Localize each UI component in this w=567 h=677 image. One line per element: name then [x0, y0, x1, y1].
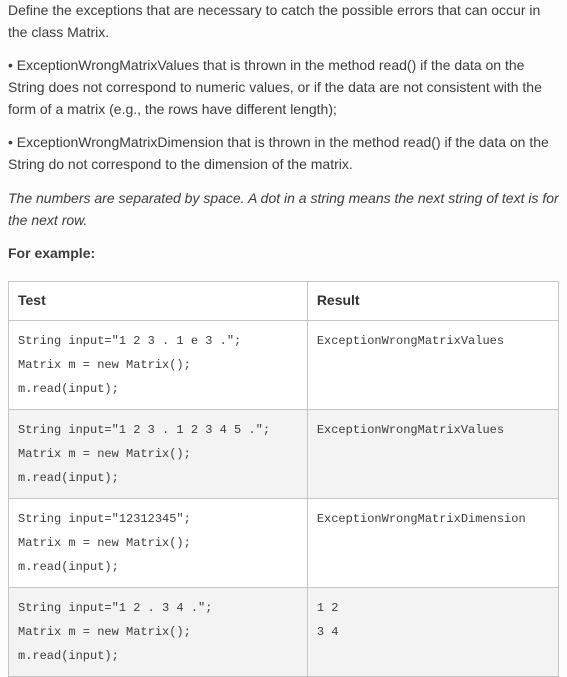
- example-table: Test Result String input="1 2 3 . 1 e 3 …: [8, 281, 559, 677]
- table-row: String input="1 2 . 3 4 ."; Matrix m = n…: [9, 587, 559, 676]
- table-row: String input="1 2 3 . 1 e 3 ."; Matrix m…: [9, 320, 559, 409]
- table-header-test: Test: [9, 281, 308, 320]
- result-cell: ExceptionWrongMatrixValues: [307, 409, 558, 498]
- table-row: String input="1 2 3 . 1 2 3 4 5 ."; Matr…: [9, 409, 559, 498]
- table-row: String input="12312345"; Matrix m = new …: [9, 498, 559, 587]
- bullet-1: • ExceptionWrongMatrixValues that is thr…: [8, 55, 559, 120]
- result-cell: ExceptionWrongMatrixValues: [307, 320, 558, 409]
- table-header-result: Result: [307, 281, 558, 320]
- format-note: The numbers are separated by space. A do…: [8, 188, 559, 231]
- result-cell: 1 2 3 4: [307, 587, 558, 676]
- example-label: For example:: [8, 243, 559, 265]
- intro-text: Define the exceptions that are necessary…: [8, 0, 559, 43]
- result-cell: ExceptionWrongMatrixDimension: [307, 498, 558, 587]
- example-label-strong: For example:: [8, 245, 95, 261]
- test-cell: String input="1 2 3 . 1 e 3 ."; Matrix m…: [9, 320, 308, 409]
- bullet-2: • ExceptionWrongMatrixDimension that is …: [8, 132, 559, 175]
- test-cell: String input="12312345"; Matrix m = new …: [9, 498, 308, 587]
- test-cell: String input="1 2 . 3 4 ."; Matrix m = n…: [9, 587, 308, 676]
- test-cell: String input="1 2 3 . 1 2 3 4 5 ."; Matr…: [9, 409, 308, 498]
